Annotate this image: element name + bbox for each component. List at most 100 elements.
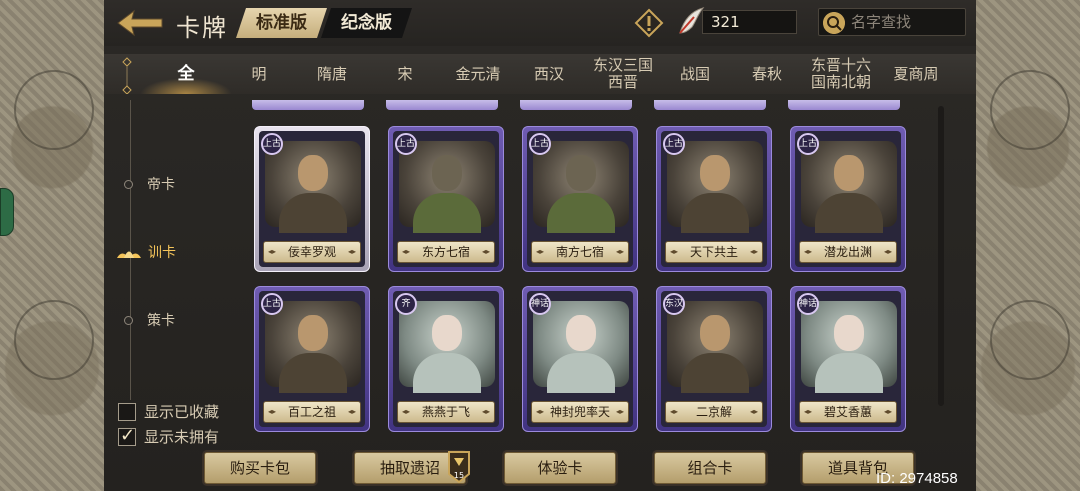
dragon-emblem <box>990 70 1070 150</box>
search-input[interactable] <box>851 9 963 35</box>
card-name: 百工之祖 <box>263 401 361 423</box>
category-training[interactable]: 训卡 <box>117 242 176 262</box>
tab-dynasty-ming[interactable]: 明 <box>239 54 279 94</box>
card-peek <box>654 100 766 110</box>
era-badge: 上古 <box>261 293 283 315</box>
back-arrow-icon[interactable] <box>116 8 164 38</box>
card-9[interactable]: 神话 碧艾香蕙 <box>790 286 906 432</box>
category-dot <box>124 315 133 325</box>
card-peek <box>520 100 632 110</box>
era-badge: 上古 <box>395 133 417 155</box>
character-portrait <box>667 301 763 393</box>
tab-dynasty-donghan[interactable]: 东汉三国 西晋 <box>588 54 658 94</box>
card-1[interactable]: 上古 东方七宿 <box>388 126 504 272</box>
tab-dynasty-xiashangzhou[interactable]: 夏商周 <box>888 54 944 94</box>
token-count: 15 <box>454 471 464 480</box>
header-bar: 卡牌 标准版 纪念版 321 <box>104 0 976 46</box>
grid-scrollbar[interactable] <box>938 106 944 406</box>
tab-dynasty-chunqiu[interactable]: 春秋 <box>747 54 787 94</box>
tab-dynasty-xihan[interactable]: 西汉 <box>529 54 569 94</box>
card-5[interactable]: 上古 百工之祖 <box>254 286 370 432</box>
character-portrait <box>265 141 361 233</box>
character-portrait <box>533 141 629 233</box>
dragon-emblem <box>14 300 94 380</box>
era-badge: 齐 <box>395 293 417 315</box>
combo-card-button[interactable]: 组合卡 <box>654 452 766 484</box>
tab-dynasty-all[interactable]: 全 <box>140 54 232 94</box>
filter-show-collected[interactable]: 显示已收藏 <box>118 401 219 422</box>
card-0[interactable]: 上古 佞幸罗观 <box>254 126 370 272</box>
category-emperor[interactable]: 帝卡 <box>124 174 175 194</box>
version-tabs: 标准版 纪念版 <box>236 8 412 38</box>
category-dot <box>124 179 133 189</box>
character-portrait <box>399 141 495 233</box>
left-decor-panel <box>0 0 108 491</box>
era-badge: 神话 <box>529 293 551 315</box>
warning-icon[interactable] <box>634 8 664 38</box>
character-portrait <box>265 301 361 393</box>
card-8[interactable]: 东汉 二京解 <box>656 286 772 432</box>
character-portrait <box>399 301 495 393</box>
search-box <box>818 8 966 36</box>
era-badge: 上古 <box>797 133 819 155</box>
filter-label: 显示已收藏 <box>144 403 220 421</box>
era-badge: 东汉 <box>663 293 685 315</box>
card-2[interactable]: 上古 南方七宿 <box>522 126 638 272</box>
card-peek <box>788 100 900 110</box>
card-name: 天下共主 <box>665 241 763 263</box>
dynasty-tabs: 全 明 隋唐 宋 金元清 西汉 东汉三国 西晋 战国 春秋 东晋十六 国南北朝 … <box>104 54 976 94</box>
currency-amount: 321 <box>702 10 797 34</box>
bottom-action-bar: 购买卡包 抽取遗诏 15 体验卡 组合卡 道具背包 <box>104 444 976 491</box>
card-collection-panel: 卡牌 标准版 纪念版 321 全 <box>104 0 976 491</box>
tab-dynasty-song[interactable]: 宋 <box>385 54 425 94</box>
card-peek <box>386 100 498 110</box>
era-badge: 上古 <box>529 133 551 155</box>
card-name: 东方七宿 <box>397 241 495 263</box>
category-label: 帝卡 <box>147 177 175 193</box>
card-6[interactable]: 齐 燕燕于飞 <box>388 286 504 432</box>
lotus-icon <box>117 251 141 258</box>
card-4[interactable]: 上古 潜龙出渊 <box>790 126 906 272</box>
category-label: 策卡 <box>147 313 175 329</box>
character-portrait <box>533 301 629 393</box>
card-name: 佞幸罗观 <box>263 241 361 263</box>
side-pull-tab[interactable] <box>0 188 14 236</box>
right-decor-panel <box>972 0 1080 491</box>
card-3[interactable]: 上古 天下共主 <box>656 126 772 272</box>
previous-row-peek <box>244 100 944 112</box>
dragon-emblem <box>14 70 94 150</box>
character-portrait <box>801 301 897 393</box>
collected-checkbox[interactable] <box>118 402 136 421</box>
card-name: 碧艾香蕙 <box>799 401 897 423</box>
card-name: 潜龙出渊 <box>799 241 897 263</box>
character-portrait <box>801 141 897 233</box>
character-portrait <box>667 141 763 233</box>
edict-token-icon: 15 <box>448 451 470 484</box>
tab-dynasty-zhanguo[interactable]: 战国 <box>675 54 715 94</box>
era-badge: 上古 <box>663 133 685 155</box>
search-icon[interactable] <box>823 12 845 34</box>
tab-dynasty-dongjin[interactable]: 东晋十六 国南北朝 <box>806 54 876 94</box>
category-label: 训卡 <box>148 245 176 261</box>
page-title: 卡牌 <box>176 14 228 42</box>
trial-card-button[interactable]: 体验卡 <box>504 452 616 484</box>
tab-commemorative[interactable]: 纪念版 <box>321 8 412 38</box>
tab-standard[interactable]: 标准版 <box>236 8 327 38</box>
unowned-checkbox[interactable] <box>118 425 136 446</box>
card-name: 二京解 <box>665 401 763 423</box>
card-grid: 上古 佞幸罗观 上古 东方七宿 上古 南方七宿 上古 天下共主 上古 潜龙出渊 … <box>244 100 944 440</box>
tab-dynasty-jinyuanqing[interactable]: 金元清 <box>446 54 510 94</box>
player-id: ID: 2974858 <box>876 470 958 487</box>
ornament-icon <box>122 57 132 94</box>
era-badge: 上古 <box>261 133 283 155</box>
card-name: 燕燕于飞 <box>397 401 495 423</box>
tab-dynasty-suitang[interactable]: 隋唐 <box>304 54 360 94</box>
card-peek <box>252 100 364 110</box>
dragon-emblem <box>990 300 1070 380</box>
category-strategy[interactable]: 策卡 <box>124 310 175 330</box>
era-badge: 神话 <box>797 293 819 315</box>
card-name: 神封兜率天 <box>531 401 629 423</box>
card-name: 南方七宿 <box>531 241 629 263</box>
card-7[interactable]: 神话 神封兜率天 <box>522 286 638 432</box>
buy-pack-button[interactable]: 购买卡包 <box>204 452 316 484</box>
